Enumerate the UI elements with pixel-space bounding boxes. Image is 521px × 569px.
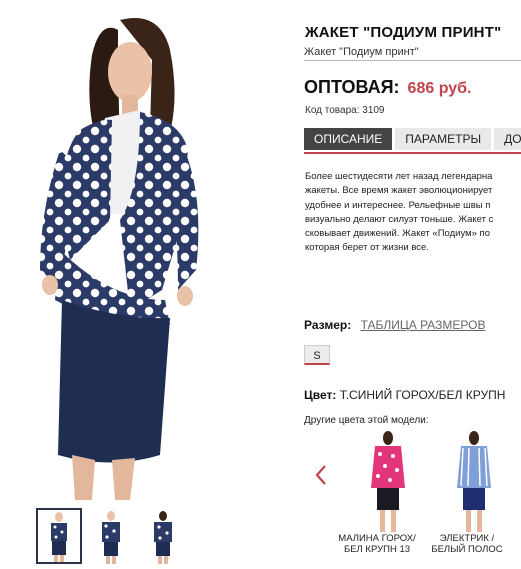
color-row: Цвет: Т.СИНИЙ ГОРОХ/БЕЛ КРУПН [304, 388, 505, 402]
color-label: Цвет: [304, 388, 337, 402]
color-swatch-electric[interactable] [451, 430, 497, 534]
description-line: которая берет от жизни все. [305, 242, 429, 254]
swatch-caption-raspberry: МАЛИНА ГОРОХ/ БЕЛ КРУПН 13 [332, 533, 422, 555]
description-line: визуально делают силуэт тоньше. Жакет с [305, 213, 494, 225]
thumbnail-side[interactable] [88, 508, 134, 564]
chevron-left-icon[interactable] [313, 464, 329, 486]
price-block: ОПТОВАЯ: 686 руб. [304, 77, 471, 98]
product-description: Более шестидесяти лет назад легендарна ж… [305, 170, 521, 260]
description-line: жакеты. Все время жакет эволюционирует [305, 185, 493, 197]
description-line: Более шестидесяти лет назад легендарна [305, 171, 493, 182]
swatch-caption-line: БЕЛ КРУПН 13 [343, 544, 411, 555]
description-line: сковывает движений. Жакет «Подиум» по [305, 228, 490, 240]
size-option-s[interactable]: S [304, 345, 330, 365]
product-tabs: ОПИСАНИЕ ПАРАМЕТРЫ ДО [304, 128, 521, 154]
thumbnail-back[interactable] [140, 508, 186, 564]
swatch-caption-line: ЭЛЕКТРИК / [439, 533, 495, 544]
price-value: 686 руб. [407, 80, 472, 97]
size-label: Размер: [304, 318, 352, 332]
tab-parameters[interactable]: ПАРАМЕТРЫ [395, 128, 492, 150]
swatch-caption-line: МАЛИНА ГОРОХ/ [338, 533, 416, 544]
other-colors-label: Другие цвета этой модели: [304, 415, 429, 426]
thumbnail-strip [36, 508, 186, 566]
product-sku: Код товара: 3109 [305, 105, 385, 116]
size-row: Размер: ТАБЛИЦА РАЗМЕРОВ [304, 318, 485, 332]
size-chart-link[interactable]: ТАБЛИЦА РАЗМЕРОВ [361, 318, 486, 332]
swatch-caption-line: БЕЛЫЙ ПОЛОС [431, 544, 503, 555]
main-product-photo[interactable] [0, 0, 290, 505]
thumbnail-front[interactable] [36, 508, 82, 564]
tab-delivery[interactable]: ДО [494, 128, 521, 150]
color-swatch-raspberry[interactable] [365, 430, 411, 534]
description-line: удобнее и интереснее. Рельефные швы п [305, 199, 491, 211]
product-subtitle: Жакет "Подиум принт" [304, 46, 521, 61]
swatch-caption-electric: ЭЛЕКТРИК / БЕЛЫЙ ПОЛОС [424, 533, 510, 555]
product-title: ЖАКЕТ "ПОДИУМ ПРИНТ" [305, 24, 502, 41]
color-value: Т.СИНИЙ ГОРОХ/БЕЛ КРУПН [339, 388, 506, 402]
tab-description[interactable]: ОПИСАНИЕ [304, 128, 393, 150]
price-label: ОПТОВАЯ: [304, 77, 400, 97]
